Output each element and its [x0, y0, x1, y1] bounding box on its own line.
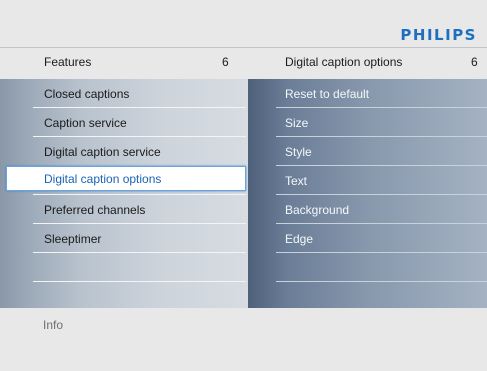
menu-item-label: Preferred channels — [44, 202, 146, 217]
menu-item-closed-captions[interactable]: Closed captions — [33, 79, 246, 108]
option-background[interactable]: Background — [276, 195, 487, 224]
menu-item-label: Caption service — [44, 115, 127, 130]
menu-item-sleeptimer[interactable]: Sleeptimer — [33, 224, 246, 253]
left-panel-title: Features — [44, 55, 92, 69]
option-text[interactable]: Text — [276, 166, 487, 195]
option-reset-to-default[interactable]: Reset to default — [276, 79, 487, 108]
menu-item-label: Closed captions — [44, 86, 130, 101]
menu-item-label: Digital caption service — [44, 144, 161, 159]
option-label: Background — [285, 202, 350, 217]
option-label: Style — [285, 144, 312, 159]
right-panel-count: 6 — [471, 55, 478, 69]
option-label: Text — [285, 173, 308, 188]
menu-item-label: Sleeptimer — [44, 231, 102, 246]
left-panel-header: Features — [44, 49, 244, 75]
option-edge[interactable]: Edge — [276, 224, 487, 253]
option-label: Edge — [285, 231, 314, 246]
philips-logo: PHILIPS — [400, 26, 477, 44]
menu-item-digital-caption-service[interactable]: Digital caption service — [33, 137, 246, 166]
option-size[interactable]: Size — [276, 108, 487, 137]
info-label: Info — [43, 318, 64, 332]
digital-caption-options-menu: Reset to default Size Style Text Backgro… — [248, 79, 487, 308]
option-label: Reset to default — [285, 86, 370, 101]
menu-item-digital-caption-options[interactable]: Digital caption options — [6, 166, 246, 191]
header-divider — [0, 47, 487, 48]
menu-item-preferred-channels[interactable]: Preferred channels — [33, 195, 246, 224]
menu-item-label: Digital caption options — [44, 171, 162, 186]
option-empty[interactable] — [276, 253, 487, 282]
right-panel-header: Digital caption options — [285, 49, 465, 75]
option-label: Size — [285, 115, 309, 130]
option-style[interactable]: Style — [276, 137, 487, 166]
menu-item-caption-service[interactable]: Caption service — [33, 108, 246, 137]
option-empty[interactable] — [276, 282, 487, 311]
features-menu: Closed captions Caption service Digital … — [0, 79, 248, 308]
menu-item-empty[interactable] — [33, 282, 246, 311]
menu-item-empty[interactable] — [33, 253, 246, 282]
right-panel-title: Digital caption options — [285, 55, 403, 69]
left-panel-count: 6 — [222, 55, 229, 69]
